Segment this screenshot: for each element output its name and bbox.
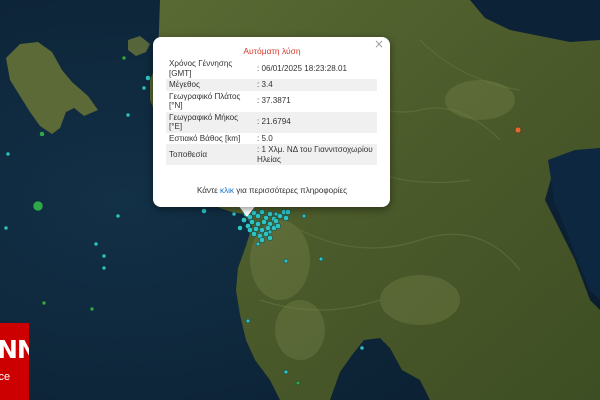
row-magnitude: Μέγεθος : 3.4 bbox=[166, 79, 377, 91]
earthquake-marker[interactable] bbox=[318, 256, 324, 262]
earthquake-marker[interactable] bbox=[253, 226, 259, 232]
value-origin-time: : 06/01/2025 18:23:28.01 bbox=[257, 63, 348, 73]
earthquake-marker[interactable] bbox=[249, 219, 255, 225]
earthquake-marker[interactable] bbox=[245, 318, 251, 324]
label-depth: Εστιακό Βάθος [km] bbox=[169, 133, 241, 143]
earthquake-marker[interactable] bbox=[255, 221, 261, 227]
earthquake-marker[interactable] bbox=[247, 227, 253, 233]
earthquake-marker[interactable] bbox=[115, 213, 121, 219]
earthquake-marker[interactable] bbox=[259, 237, 265, 243]
earthquake-marker[interactable] bbox=[275, 223, 281, 229]
earthquake-marker[interactable] bbox=[359, 345, 365, 351]
earthquake-marker[interactable] bbox=[41, 300, 47, 306]
earthquake-marker[interactable] bbox=[285, 209, 291, 215]
row-longitude: Γεωγραφικό Μήκος [°E] : 21.6794 bbox=[166, 111, 377, 133]
earthquake-marker[interactable] bbox=[261, 219, 267, 225]
earthquake-marker[interactable] bbox=[295, 380, 301, 386]
value-location: : 1 Χλμ. ΝΔ του Γιαννιτσοχωρίου Ηλείας bbox=[254, 144, 377, 165]
row-depth: Εστιακό Βάθος [km] : 5.0 bbox=[166, 133, 377, 145]
logo-sub: ice bbox=[0, 371, 11, 383]
label-origin-time: Χρόνος Γέννησης [GMT] bbox=[169, 59, 233, 78]
earthquake-popup: × Αυτόματη λύση Χρόνος Γέννησης [GMT] : … bbox=[153, 37, 390, 207]
earthquake-marker[interactable] bbox=[514, 126, 522, 134]
earthquake-marker[interactable] bbox=[283, 258, 289, 264]
earthquake-marker[interactable] bbox=[101, 265, 107, 271]
more-prefix: Κάντε bbox=[196, 186, 221, 195]
value-latitude: : 37.3871 bbox=[257, 96, 291, 106]
more-info: Κάντε κλικ για περισσότερες πληροφορίες bbox=[166, 186, 378, 195]
earthquake-marker[interactable] bbox=[237, 225, 243, 231]
earthquake-marker[interactable] bbox=[101, 253, 107, 259]
popup-title: Αυτόματη λύση bbox=[243, 46, 301, 56]
earthquake-marker[interactable] bbox=[283, 369, 289, 375]
earthquake-marker[interactable] bbox=[265, 225, 271, 231]
earthquake-marker[interactable] bbox=[5, 151, 11, 157]
earthquake-marker[interactable] bbox=[273, 218, 279, 224]
earthquake-marker[interactable] bbox=[141, 85, 147, 91]
value-magnitude: : 3.4 bbox=[254, 79, 377, 91]
earthquake-marker[interactable] bbox=[277, 213, 283, 219]
value-depth: : 5.0 bbox=[257, 133, 273, 143]
label-location: Τοποθεσία bbox=[166, 144, 254, 165]
earthquake-marker[interactable] bbox=[121, 55, 127, 61]
earthquake-marker[interactable] bbox=[259, 227, 265, 233]
earthquake-marker[interactable] bbox=[301, 213, 307, 219]
row-latitude: Γεωγραφικό Πλάτος [°N] : 37.3871 bbox=[166, 91, 377, 112]
channel-logo: NN ice bbox=[0, 323, 29, 400]
earthquake-marker[interactable] bbox=[263, 231, 269, 237]
more-info-link[interactable]: κλικ bbox=[220, 186, 234, 195]
earthquake-marker[interactable] bbox=[241, 217, 247, 223]
logo-mark: NN bbox=[0, 335, 29, 364]
row-origin-time: Χρόνος Γέννησης [GMT] : 06/01/2025 18:23… bbox=[166, 58, 377, 79]
row-location: Τοποθεσία : 1 Χλμ. ΝΔ του Γιαννιτσοχωρίο… bbox=[166, 144, 377, 165]
earthquake-marker[interactable] bbox=[251, 231, 257, 237]
value-longitude: : 21.6794 bbox=[254, 111, 377, 133]
earthquake-marker[interactable] bbox=[267, 211, 273, 217]
earthquake-marker[interactable] bbox=[259, 209, 265, 215]
earthquake-marker[interactable] bbox=[93, 241, 99, 247]
earthquake-marker[interactable] bbox=[3, 225, 9, 231]
more-suffix: για περισσότερες πληροφορίες bbox=[233, 186, 348, 195]
earthquake-marker[interactable] bbox=[255, 213, 261, 219]
earthquake-marker[interactable] bbox=[201, 208, 207, 214]
earthquake-marker[interactable] bbox=[255, 241, 261, 247]
earthquake-marker[interactable] bbox=[267, 235, 273, 241]
label-magnitude: Μέγεθος bbox=[166, 79, 254, 91]
earthquake-marker[interactable] bbox=[125, 112, 131, 118]
earthquake-marker[interactable] bbox=[39, 131, 45, 137]
earthquake-marker[interactable] bbox=[231, 211, 237, 217]
label-latitude: Γεωγραφικό Πλάτος [°N] bbox=[169, 91, 241, 111]
earthquake-marker[interactable] bbox=[283, 215, 289, 221]
earthquake-marker[interactable] bbox=[32, 200, 44, 212]
label-longitude: Γεωγραφικό Μήκος [°E] bbox=[166, 111, 254, 133]
info-table: Χρόνος Γέννησης [GMT] : 06/01/2025 18:23… bbox=[166, 58, 377, 165]
earthquake-marker[interactable] bbox=[89, 306, 95, 312]
earthquake-marker[interactable] bbox=[145, 75, 151, 81]
